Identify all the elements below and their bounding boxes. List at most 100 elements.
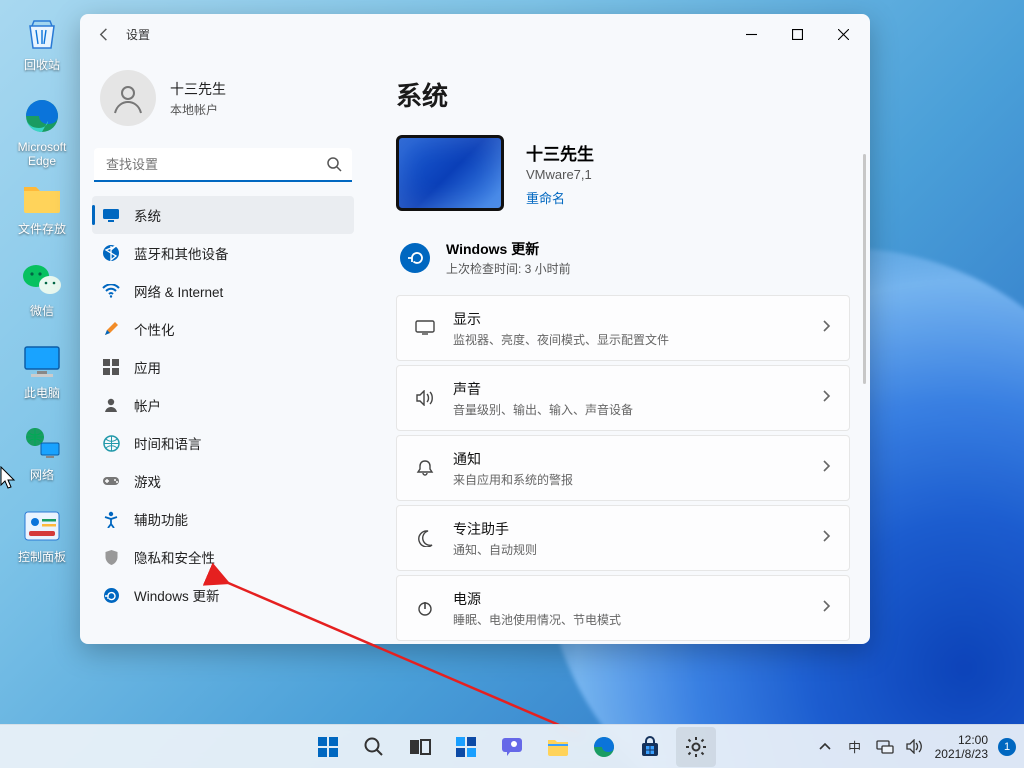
nav-item-personalization[interactable]: 个性化 bbox=[92, 310, 354, 348]
control-panel-icon bbox=[20, 504, 64, 548]
desktop-icon-edge[interactable]: Microsoft Edge bbox=[6, 88, 78, 170]
wechat-icon bbox=[20, 258, 64, 302]
nav-item-accessibility[interactable]: 辅助功能 bbox=[92, 500, 354, 538]
clock-time: 12:00 bbox=[935, 733, 988, 747]
edge-taskbar-button[interactable] bbox=[584, 727, 624, 767]
chevron-right-icon bbox=[822, 459, 831, 478]
sound-icon bbox=[415, 390, 435, 406]
ime-indicator[interactable]: 中 bbox=[845, 737, 865, 757]
device-row: 十三先生 VMware7,1 重命名 bbox=[396, 135, 850, 211]
desktop-icon-recycle-bin[interactable]: 回收站 bbox=[6, 6, 78, 88]
wifi-icon bbox=[102, 282, 120, 300]
power-icon bbox=[415, 599, 435, 617]
search-button[interactable] bbox=[354, 727, 394, 767]
shield-icon bbox=[102, 548, 120, 566]
desktop-icon-folder[interactable]: 文件存放 bbox=[6, 170, 78, 252]
update-title: Windows 更新 bbox=[446, 239, 571, 259]
nav-item-network[interactable]: 网络 & Internet bbox=[92, 272, 354, 310]
nav-item-windows-update[interactable]: Windows 更新 bbox=[92, 576, 354, 614]
clock-date: 2021/8/23 bbox=[935, 747, 988, 761]
recycle-bin-icon bbox=[20, 12, 64, 56]
network-tray-icon[interactable] bbox=[875, 737, 895, 757]
notification-badge[interactable]: 1 bbox=[998, 738, 1016, 756]
volume-tray-icon[interactable] bbox=[905, 737, 925, 757]
nav-label: 网络 & Internet bbox=[134, 281, 223, 301]
chevron-right-icon bbox=[822, 529, 831, 548]
card-title: 电源 bbox=[453, 589, 621, 609]
desktop-icon-network[interactable]: 网络 bbox=[6, 416, 78, 498]
account-block[interactable]: 十三先生 本地帐户 bbox=[92, 58, 354, 144]
titlebar: 设置 bbox=[80, 14, 870, 54]
card-subtitle: 睡眠、电池使用情况、节电模式 bbox=[453, 611, 621, 628]
update-subtitle: 上次检查时间: 3 小时前 bbox=[446, 260, 571, 277]
desktop-icon-wechat[interactable]: 微信 bbox=[6, 252, 78, 334]
account-name: 十三先生 bbox=[170, 79, 226, 99]
card-notifications[interactable]: 通知来自应用和系统的警报 bbox=[396, 435, 850, 501]
nav-item-bluetooth[interactable]: 蓝牙和其他设备 bbox=[92, 234, 354, 272]
scrollbar[interactable] bbox=[863, 154, 866, 384]
update-status-icon bbox=[400, 243, 430, 273]
card-display[interactable]: 显示监视器、亮度、夜间模式、显示配置文件 bbox=[396, 295, 850, 361]
nav-item-time-language[interactable]: 时间和语言 bbox=[92, 424, 354, 462]
task-view-button[interactable] bbox=[400, 727, 440, 767]
nav-label: 隐私和安全性 bbox=[134, 547, 215, 567]
card-subtitle: 音量级别、输出、输入、声音设备 bbox=[453, 401, 633, 418]
device-name: 十三先生 bbox=[526, 140, 594, 165]
card-subtitle: 通知、自动规则 bbox=[453, 541, 537, 558]
start-button[interactable] bbox=[308, 727, 348, 767]
bluetooth-icon bbox=[102, 244, 120, 262]
folder-icon bbox=[20, 176, 64, 220]
nav-item-accounts[interactable]: 帐户 bbox=[92, 386, 354, 424]
card-title: 显示 bbox=[453, 309, 669, 329]
card-subtitle: 监视器、亮度、夜间模式、显示配置文件 bbox=[453, 331, 669, 348]
update-row[interactable]: Windows 更新 上次检查时间: 3 小时前 bbox=[396, 231, 850, 295]
desktop-icon-this-pc[interactable]: 此电脑 bbox=[6, 334, 78, 416]
nav-item-system[interactable]: 系统 bbox=[92, 196, 354, 234]
maximize-button[interactable] bbox=[774, 18, 820, 50]
nav-item-privacy[interactable]: 隐私和安全性 bbox=[92, 538, 354, 576]
nav-label: 应用 bbox=[134, 357, 161, 377]
desktop-icon-label: 文件存放 bbox=[18, 222, 66, 236]
store-button[interactable] bbox=[630, 727, 670, 767]
desktop-icon-label: 微信 bbox=[30, 304, 54, 318]
chevron-right-icon bbox=[822, 599, 831, 618]
device-thumbnail[interactable] bbox=[396, 135, 504, 211]
card-sound[interactable]: 声音音量级别、输出、输入、声音设备 bbox=[396, 365, 850, 431]
system-icon bbox=[102, 206, 120, 224]
nav-label: 辅助功能 bbox=[134, 509, 188, 529]
device-model: VMware7,1 bbox=[526, 167, 594, 182]
nav-item-gaming[interactable]: 游戏 bbox=[92, 462, 354, 500]
nav-label: 系统 bbox=[134, 205, 161, 225]
card-title: 声音 bbox=[453, 379, 633, 399]
monitor-icon bbox=[20, 340, 64, 384]
chevron-right-icon bbox=[822, 319, 831, 338]
clock[interactable]: 12:00 2021/8/23 bbox=[935, 733, 988, 761]
nav-label: 游戏 bbox=[134, 471, 161, 491]
widgets-button[interactable] bbox=[446, 727, 486, 767]
tray-overflow-icon[interactable] bbox=[815, 737, 835, 757]
card-title: 专注助手 bbox=[453, 519, 537, 539]
close-button[interactable] bbox=[820, 18, 866, 50]
taskbar-center bbox=[308, 727, 716, 767]
taskbar: 中 12:00 2021/8/23 1 bbox=[0, 724, 1024, 768]
rename-link[interactable]: 重命名 bbox=[526, 188, 594, 207]
settings-taskbar-button[interactable] bbox=[676, 727, 716, 767]
search-icon bbox=[326, 156, 342, 177]
chevron-right-icon bbox=[822, 389, 831, 408]
card-title: 通知 bbox=[453, 449, 573, 469]
brush-icon bbox=[102, 320, 120, 338]
search-box[interactable] bbox=[94, 148, 352, 182]
card-power[interactable]: 电源睡眠、电池使用情况、节电模式 bbox=[396, 575, 850, 641]
nav-list: 系统 蓝牙和其他设备 网络 & Internet 个性化 应用 bbox=[92, 196, 354, 614]
system-tray: 中 12:00 2021/8/23 1 bbox=[815, 733, 1024, 761]
desktop-icon-control-panel[interactable]: 控制面板 bbox=[6, 498, 78, 580]
card-focus[interactable]: 专注助手通知、自动规则 bbox=[396, 505, 850, 571]
desktop-icon-label: Microsoft Edge bbox=[6, 140, 78, 168]
chat-button[interactable] bbox=[492, 727, 532, 767]
card-subtitle: 来自应用和系统的警报 bbox=[453, 471, 573, 488]
explorer-button[interactable] bbox=[538, 727, 578, 767]
minimize-button[interactable] bbox=[728, 18, 774, 50]
search-input[interactable] bbox=[94, 148, 352, 182]
nav-item-apps[interactable]: 应用 bbox=[92, 348, 354, 386]
back-button[interactable] bbox=[90, 20, 118, 48]
